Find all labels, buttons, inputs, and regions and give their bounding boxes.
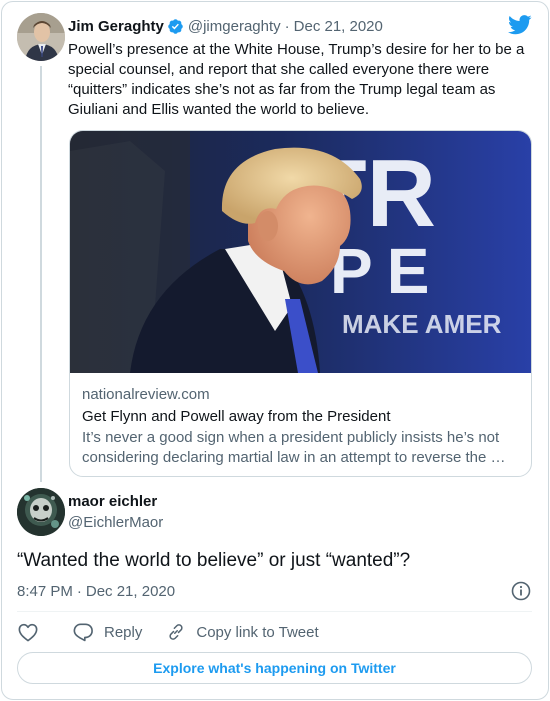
link-title: Get Flynn and Powell away from the Presi… [82, 408, 391, 425]
reply-label: Reply [104, 623, 143, 641]
reply-bubble-icon [72, 622, 94, 642]
like-button[interactable] [17, 622, 39, 642]
link-preview-card[interactable]: TR PE MAKE AMER nationalreview.com Get F… [69, 130, 532, 477]
author-name[interactable]: Jim Geraghty [68, 18, 164, 35]
divider [17, 611, 532, 612]
banner-text-3: MAKE AMER [342, 309, 502, 339]
link-icon [166, 622, 186, 642]
reply-tweet-text: “Wanted the world to believe” or just “w… [17, 550, 411, 571]
reply-timestamp[interactable]: 8:47 PM · Dec 21, 2020 [17, 582, 175, 602]
tweet-date[interactable]: Dec 21, 2020 [294, 18, 383, 35]
link-domain: nationalreview.com [82, 386, 210, 403]
link-preview-image: TR PE MAKE AMER [70, 131, 531, 373]
info-icon[interactable] [511, 581, 531, 606]
explore-twitter-button[interactable]: Explore what's happening on Twitter [17, 652, 532, 684]
action-bar: Reply Copy link to Tweet [17, 620, 319, 644]
link-description-line-1: It’s never a good sign when a president … [82, 429, 500, 446]
link-description: It’s never a good sign when a president … [82, 428, 522, 468]
reply-date: Dec 21, 2020 [85, 583, 176, 600]
reply-button[interactable]: Reply [72, 622, 142, 642]
link-description-line-2: considering declaring martial law in an … [82, 449, 506, 466]
reply-time: 8:47 PM [17, 583, 73, 600]
timestamp-separator: · [76, 583, 82, 600]
parent-tweet-text: Powell’s presence at the White House, Tr… [68, 41, 525, 118]
heart-icon [17, 622, 39, 642]
copy-link-button[interactable]: Copy link to Tweet [166, 622, 319, 642]
thread-connector-line [40, 66, 42, 482]
reply-author-avatar[interactable] [17, 488, 65, 536]
twitter-bird-icon[interactable] [508, 15, 532, 40]
reply-author-handle[interactable]: @EichlerMaor [68, 513, 163, 533]
author-avatar[interactable] [17, 13, 65, 61]
verified-badge-icon [167, 18, 184, 35]
copy-link-label: Copy link to Tweet [196, 623, 319, 641]
banner-text-2: PE [330, 235, 443, 307]
author-handle[interactable]: @jimgeraghty [188, 18, 281, 35]
reply-author-name[interactable]: maor eichler [68, 492, 157, 512]
parent-tweet-header: Jim Geraghty @jimgeraghty · Dec 21, 2020 [68, 15, 383, 37]
header-separator: · [284, 17, 290, 35]
